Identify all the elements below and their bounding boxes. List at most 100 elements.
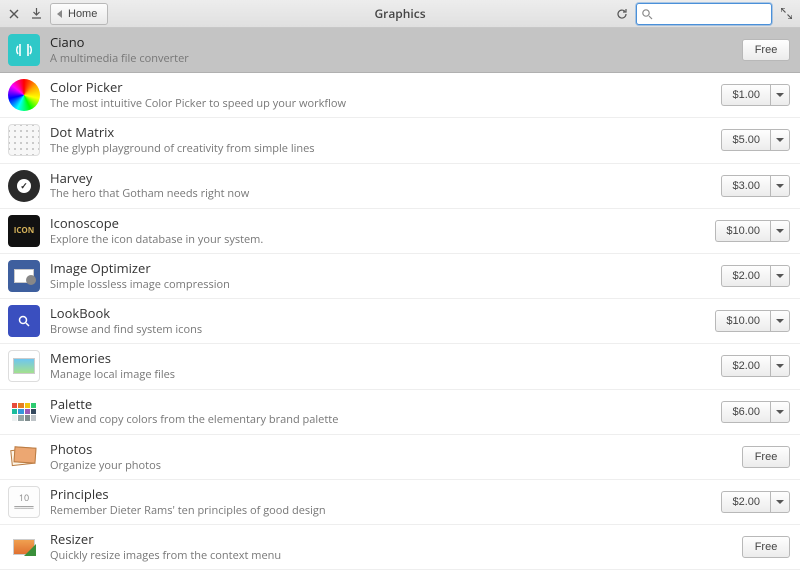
app-row-resizer[interactable]: ResizerQuickly resize images from the co…	[0, 525, 800, 570]
price-dropdown-button[interactable]	[770, 220, 790, 242]
app-text: Image OptimizerSimple lossless image com…	[50, 260, 721, 292]
price-button[interactable]: $6.00	[721, 401, 770, 423]
price-group: $6.00	[721, 401, 790, 423]
app-description: Simple lossless image compression	[50, 278, 721, 292]
download-updates-icon[interactable]	[28, 6, 44, 22]
app-icon-dotmatrix	[8, 124, 40, 156]
app-icon-principles: 10═══	[8, 486, 40, 518]
chevron-down-icon	[776, 410, 784, 414]
app-icon-imageopt	[8, 260, 40, 292]
chevron-down-icon	[776, 319, 784, 323]
chevron-down-icon	[776, 184, 784, 188]
chevron-down-icon	[776, 364, 784, 368]
price-button[interactable]: $1.00	[721, 84, 770, 106]
app-row-iconoscope[interactable]: ICONIconoscopeExplore the icon database …	[0, 209, 800, 254]
app-row-photos[interactable]: PhotosOrganize your photosFree	[0, 435, 800, 480]
refresh-icon[interactable]	[614, 6, 630, 22]
header-bar: Home Graphics	[0, 0, 800, 28]
price-button[interactable]: Free	[742, 446, 790, 468]
app-text: HarveyThe hero that Gotham needs right n…	[50, 170, 721, 202]
price-group: $10.00	[715, 310, 790, 332]
app-row-harvey[interactable]: HarveyThe hero that Gotham needs right n…	[0, 164, 800, 209]
price-button[interactable]: Free	[742, 39, 790, 61]
app-name: LookBook	[50, 305, 715, 322]
app-name: Photos	[50, 441, 742, 458]
price-dropdown-button[interactable]	[770, 175, 790, 197]
price-button[interactable]: $2.00	[721, 355, 770, 377]
app-description: View and copy colors from the elementary…	[50, 413, 721, 427]
app-text: ResizerQuickly resize images from the co…	[50, 531, 742, 563]
app-icon-resizer	[8, 531, 40, 563]
app-name: Resizer	[50, 531, 742, 548]
chevron-down-icon	[776, 229, 784, 233]
app-text: Color PickerThe most intuitive Color Pic…	[50, 79, 721, 111]
price-dropdown-button[interactable]	[770, 310, 790, 332]
app-text: PrinciplesRemember Dieter Rams' ten prin…	[50, 486, 721, 518]
app-description: The glyph playground of creativity from …	[50, 142, 721, 156]
price-button[interactable]: $2.00	[721, 265, 770, 287]
app-icon-photos	[8, 441, 40, 473]
price-dropdown-button[interactable]	[770, 129, 790, 151]
app-description: Manage local image files	[50, 368, 721, 382]
app-description: Quickly resize images from the context m…	[50, 549, 742, 563]
app-name: Memories	[50, 350, 721, 367]
price-button[interactable]: Free	[742, 536, 790, 558]
app-description: Explore the icon database in your system…	[50, 233, 715, 247]
price-dropdown-button[interactable]	[770, 491, 790, 513]
app-icon-colorpicker	[8, 79, 40, 111]
app-row-lookbook[interactable]: LookBookBrowse and find system icons$10.…	[0, 299, 800, 344]
home-button-label: Home	[68, 8, 97, 20]
app-name: Image Optimizer	[50, 260, 721, 277]
price-button[interactable]: $5.00	[721, 129, 770, 151]
app-row-principles[interactable]: 10═══ PrinciplesRemember Dieter Rams' ten…	[0, 480, 800, 525]
app-row-ciano[interactable]: CianoA multimedia file converterFree	[0, 28, 800, 73]
app-text: Dot MatrixThe glyph playground of creati…	[50, 124, 721, 156]
app-row-colorpicker[interactable]: Color PickerThe most intuitive Color Pic…	[0, 73, 800, 118]
app-text: PaletteView and copy colors from the ele…	[50, 396, 721, 428]
app-text: MemoriesManage local image files	[50, 350, 721, 382]
price-group: Free	[742, 39, 790, 61]
price-dropdown-button[interactable]	[770, 265, 790, 287]
app-description: A multimedia file converter	[50, 52, 742, 66]
app-text: CianoA multimedia file converter	[50, 34, 742, 66]
app-list: CianoA multimedia file converterFreeColo…	[0, 28, 800, 570]
app-icon-ciano	[8, 34, 40, 66]
app-row-imageopt[interactable]: Image OptimizerSimple lossless image com…	[0, 254, 800, 299]
price-button[interactable]: $2.00	[721, 491, 770, 513]
chevron-down-icon	[776, 138, 784, 142]
app-text: LookBookBrowse and find system icons	[50, 305, 715, 337]
chevron-down-icon	[776, 500, 784, 504]
app-text: PhotosOrganize your photos	[50, 441, 742, 473]
app-row-palette[interactable]: PaletteView and copy colors from the ele…	[0, 390, 800, 435]
price-group: Free	[742, 446, 790, 468]
chevron-down-icon	[776, 274, 784, 278]
search-field[interactable]	[636, 3, 772, 25]
price-dropdown-button[interactable]	[770, 355, 790, 377]
app-icon-iconoscope: ICON	[8, 215, 40, 247]
price-group: $3.00	[721, 175, 790, 197]
app-name: Principles	[50, 486, 721, 503]
app-icon-palette	[8, 396, 40, 428]
price-dropdown-button[interactable]	[770, 401, 790, 423]
close-icon[interactable]	[6, 6, 22, 22]
price-dropdown-button[interactable]	[770, 84, 790, 106]
search-icon	[641, 8, 653, 20]
price-button[interactable]: $10.00	[715, 310, 770, 332]
price-group: $2.00	[721, 265, 790, 287]
app-description: The hero that Gotham needs right now	[50, 187, 721, 201]
search-input[interactable]	[657, 7, 767, 21]
app-name: Dot Matrix	[50, 124, 721, 141]
app-row-dotmatrix[interactable]: Dot MatrixThe glyph playground of creati…	[0, 118, 800, 163]
chevron-left-icon	[57, 10, 62, 18]
app-description: Organize your photos	[50, 459, 742, 473]
home-button[interactable]: Home	[50, 3, 108, 25]
price-group: $2.00	[721, 491, 790, 513]
app-description: Remember Dieter Rams' ten principles of …	[50, 504, 721, 518]
app-description: The most intuitive Color Picker to speed…	[50, 97, 721, 111]
app-row-memories[interactable]: MemoriesManage local image files$2.00	[0, 344, 800, 389]
app-description: Browse and find system icons	[50, 323, 715, 337]
app-icon-harvey	[8, 170, 40, 202]
price-button[interactable]: $10.00	[715, 220, 770, 242]
maximize-icon[interactable]	[778, 6, 794, 22]
price-button[interactable]: $3.00	[721, 175, 770, 197]
